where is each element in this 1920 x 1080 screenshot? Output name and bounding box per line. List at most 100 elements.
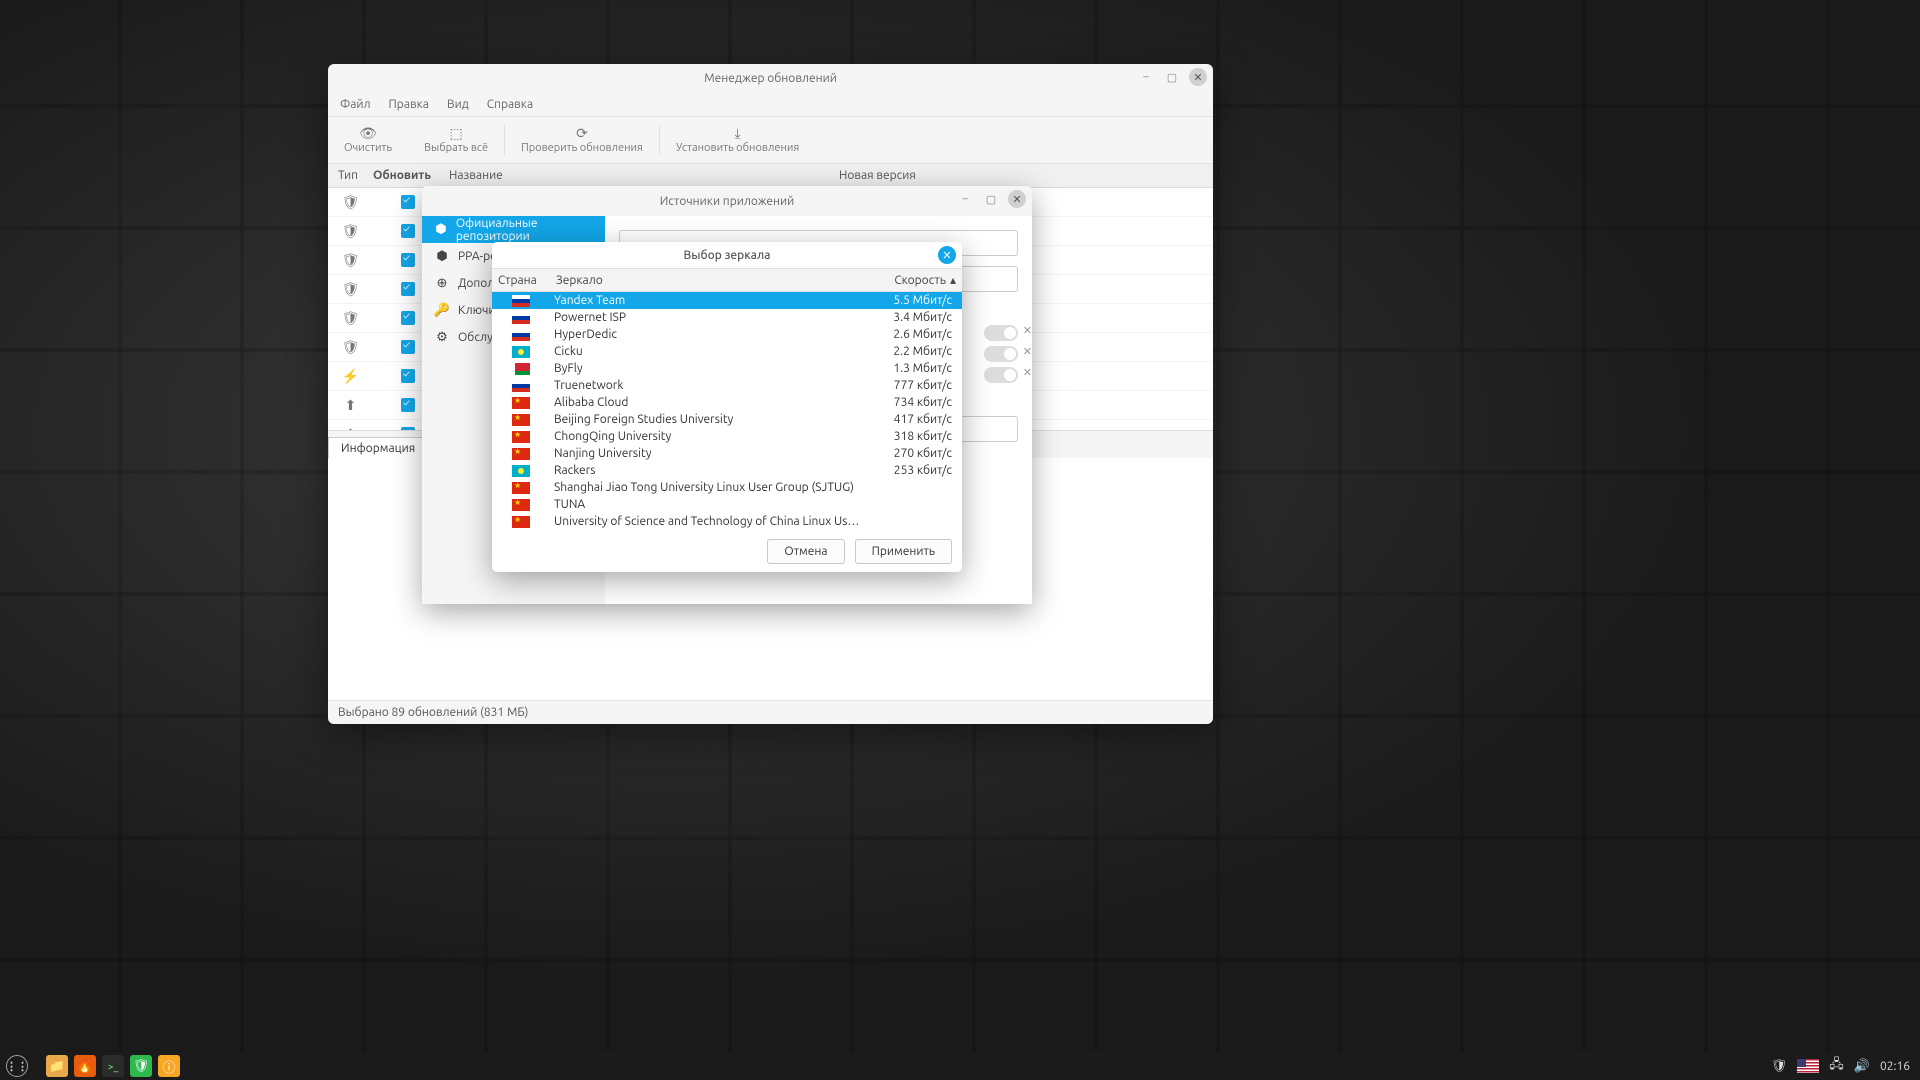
col-name[interactable]: Название bbox=[443, 169, 833, 182]
update-checkbox[interactable] bbox=[401, 398, 415, 412]
taskbar-updater-icon[interactable]: ⓘ bbox=[158, 1055, 180, 1077]
window-title: Менеджер обновлений bbox=[704, 72, 837, 85]
sidebar-icon: ⊕ bbox=[434, 276, 450, 291]
toggle-2[interactable]: ✕ bbox=[984, 346, 1018, 362]
mirror-name: Truenetwork bbox=[550, 379, 862, 392]
sidebar-item[interactable]: ⬢Официальные репозитории bbox=[422, 216, 605, 243]
flag-icon bbox=[512, 380, 530, 392]
update-checkbox[interactable] bbox=[401, 282, 415, 296]
mirror-speed: 2.2 Мбит/с bbox=[862, 345, 962, 358]
mirror-speed: 734 кбит/с bbox=[862, 396, 962, 409]
mirror-speed: 253 кбит/с bbox=[862, 464, 962, 477]
cancel-button[interactable]: Отмена bbox=[767, 539, 844, 564]
keyboard-layout-icon[interactable] bbox=[1797, 1059, 1819, 1073]
flag-icon bbox=[512, 482, 530, 494]
toolbar-clear[interactable]: 👁Очистить bbox=[328, 117, 408, 163]
mirror-row[interactable]: TUNA bbox=[492, 496, 962, 513]
start-menu-button[interactable]: ⋮⋮ bbox=[6, 1055, 28, 1077]
flag-icon bbox=[512, 295, 530, 307]
mirror-row[interactable]: ChongQing University318 кбит/с bbox=[492, 428, 962, 445]
tab-info[interactable]: Информация bbox=[328, 437, 428, 459]
mirror-row[interactable]: Alibaba Cloud734 кбит/с bbox=[492, 394, 962, 411]
sidebar-icon: ⚙ bbox=[434, 330, 450, 345]
flag-icon bbox=[512, 414, 530, 426]
mirror-name: Cicku bbox=[550, 345, 862, 358]
update-checkbox[interactable] bbox=[401, 253, 415, 267]
apply-button[interactable]: Применить bbox=[855, 539, 952, 564]
toggle-1[interactable]: ✕ bbox=[984, 325, 1018, 341]
mirror-row[interactable]: Powernet ISP3.4 Мбит/с bbox=[492, 309, 962, 326]
taskbar-files-icon[interactable]: 📁 bbox=[46, 1055, 68, 1077]
mirror-row[interactable]: University of Science and Technology of … bbox=[492, 513, 962, 530]
network-icon[interactable]: 🖧 bbox=[1829, 1055, 1844, 1077]
mirror-speed: 417 кбит/с bbox=[862, 413, 962, 426]
mirror-row[interactable]: Yandex Team5.5 Мбит/с bbox=[492, 292, 962, 309]
mirror-column-headers: Страна Зеркало Скорость▴ bbox=[492, 268, 962, 292]
mirror-row[interactable]: HyperDedic2.6 Мбит/с bbox=[492, 326, 962, 343]
mirror-name: Beijing Foreign Studies University bbox=[550, 413, 862, 426]
mirror-row[interactable]: Beijing Foreign Studies University417 кб… bbox=[492, 411, 962, 428]
menu-edit[interactable]: Правка bbox=[389, 98, 429, 111]
mirror-row[interactable]: Nanjing University270 кбит/с bbox=[492, 445, 962, 462]
menu-file[interactable]: Файл bbox=[340, 98, 371, 111]
col-type[interactable]: Тип bbox=[328, 169, 373, 182]
col-version[interactable]: Новая версия bbox=[833, 169, 1213, 182]
col-update[interactable]: Обновить bbox=[373, 169, 443, 182]
sidebar-icon: ⬢ bbox=[434, 249, 450, 264]
toolbar-refresh[interactable]: ⟳Проверить обновления bbox=[505, 117, 659, 163]
toggle-3[interactable]: ✕ bbox=[984, 367, 1018, 383]
mirror-list[interactable]: Yandex Team5.5 Мбит/сPowernet ISP3.4 Мби… bbox=[492, 292, 962, 530]
type-icon: 🛡 bbox=[328, 194, 373, 211]
toolbar-install[interactable]: ⤓Установить обновления bbox=[660, 117, 815, 163]
mirror-speed: 3.4 Мбит/с bbox=[862, 311, 962, 324]
close-button[interactable]: ✕ bbox=[938, 246, 956, 264]
update-checkbox[interactable] bbox=[401, 427, 415, 430]
mirror-speed: 5.5 Мбит/с bbox=[862, 294, 962, 307]
mirror-row[interactable]: Truenetwork777 кбит/с bbox=[492, 377, 962, 394]
tray-shield-icon[interactable]: 🛡 bbox=[1771, 1059, 1788, 1074]
taskbar-shield-icon[interactable]: 🛡 bbox=[130, 1055, 152, 1077]
taskbar-terminal-icon[interactable]: >_ bbox=[102, 1055, 124, 1077]
minimize-button[interactable]: – bbox=[1137, 68, 1155, 86]
close-button[interactable]: ✕ bbox=[1189, 68, 1207, 86]
update-checkbox[interactable] bbox=[401, 340, 415, 354]
type-icon: ⚡ bbox=[328, 368, 373, 385]
maximize-button[interactable]: ▢ bbox=[982, 190, 1000, 208]
mirror-row[interactable]: Cicku2.2 Мбит/с bbox=[492, 343, 962, 360]
titlebar[interactable]: Источники приложений – ▢ ✕ bbox=[422, 186, 1032, 216]
update-checkbox[interactable] bbox=[401, 195, 415, 209]
mirror-speed: 777 кбит/с bbox=[862, 379, 962, 392]
status-bar: Выбрано 89 обновлений (831 МБ) bbox=[328, 700, 1213, 724]
mirror-name: Rackers bbox=[550, 464, 862, 477]
taskbar-firefox-icon[interactable]: 🔥 bbox=[74, 1055, 96, 1077]
mirror-row[interactable]: ByFly1.3 Мбит/с bbox=[492, 360, 962, 377]
col-speed[interactable]: Скорость▴ bbox=[862, 269, 962, 291]
mirror-name: HyperDedic bbox=[550, 328, 862, 341]
menu-view[interactable]: Вид bbox=[447, 98, 469, 111]
taskbar: ⋮⋮ 📁 🔥 >_ 🛡 ⓘ 🛡 🖧 🔊 02:16 bbox=[0, 1052, 1920, 1080]
mirror-row[interactable]: Rackers253 кбит/с bbox=[492, 462, 962, 479]
titlebar[interactable]: Выбор зеркала ✕ bbox=[492, 242, 962, 268]
flag-icon bbox=[512, 499, 530, 511]
toolbar-select-all[interactable]: ⬚Выбрать всё bbox=[408, 117, 504, 163]
minimize-button[interactable]: – bbox=[956, 190, 974, 208]
volume-icon[interactable]: 🔊 bbox=[1854, 1059, 1870, 1074]
maximize-button[interactable]: ▢ bbox=[1163, 68, 1181, 86]
mirror-name: Shanghai Jiao Tong University Linux User… bbox=[550, 481, 862, 494]
select-all-icon: ⬚ bbox=[449, 126, 462, 140]
flag-icon bbox=[512, 329, 530, 341]
toolbar: 👁Очистить ⬚Выбрать всё ⟳Проверить обновл… bbox=[328, 116, 1213, 164]
sidebar-icon: 🔑 bbox=[434, 303, 450, 318]
update-checkbox[interactable] bbox=[401, 369, 415, 383]
titlebar[interactable]: Менеджер обновлений – ▢ ✕ bbox=[328, 64, 1213, 92]
menu-bar: Файл Правка Вид Справка bbox=[328, 92, 1213, 116]
menu-help[interactable]: Справка bbox=[487, 98, 533, 111]
col-country[interactable]: Страна bbox=[492, 269, 550, 291]
clock[interactable]: 02:16 bbox=[1880, 1060, 1910, 1073]
close-button[interactable]: ✕ bbox=[1008, 190, 1026, 208]
type-icon: 🛡 bbox=[328, 281, 373, 298]
col-mirror[interactable]: Зеркало bbox=[550, 269, 862, 291]
update-checkbox[interactable] bbox=[401, 311, 415, 325]
mirror-row[interactable]: Shanghai Jiao Tong University Linux User… bbox=[492, 479, 962, 496]
update-checkbox[interactable] bbox=[401, 224, 415, 238]
